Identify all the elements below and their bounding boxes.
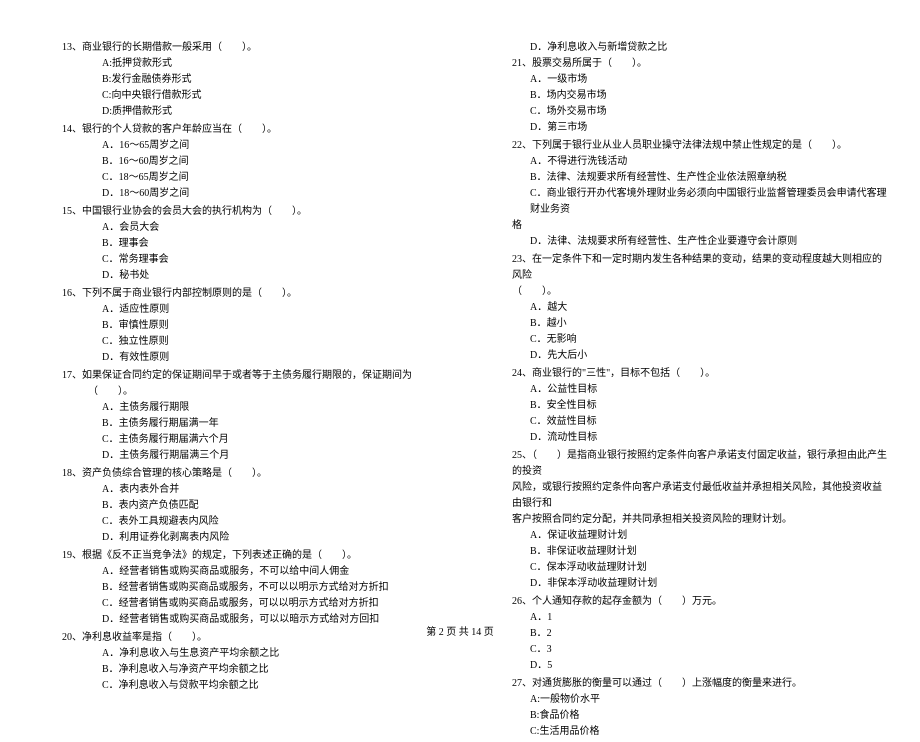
q24-option-a: A．公益性目标	[480, 382, 890, 398]
q25-option-b: B．非保证收益理财计划	[480, 544, 890, 560]
q23-option-c: C．无影响	[480, 332, 890, 348]
q24-stem: 24、商业银行的"三性"，目标不包括（ ）。	[480, 366, 890, 382]
q13-option-b: B:发行金融债券形式	[30, 72, 440, 88]
q25-stem: 25、（ ）是指商业银行按照约定条件向客户承诺支付固定收益，银行承担由此产生的投…	[480, 448, 890, 480]
q20-option-d: D．净利息收入与新增贷款之比	[480, 40, 890, 56]
q13-option-d: D:质押借款形式	[30, 104, 440, 120]
q17-option-d: D．主债务履行期届满三个月	[30, 448, 440, 464]
question-19: 19、根据《反不正当竞争法》的规定，下列表述正确的是（ ）。 A．经营者销售或购…	[30, 548, 440, 628]
q23-stem: 23、在一定条件下和一定时期内发生各种结果的变动，结果的变动程度越大则相应的风险	[480, 252, 890, 284]
q22-option-c-cont: 格	[480, 218, 890, 234]
q14-option-b: B．16～60周岁之间	[30, 154, 440, 170]
q18-option-d: D．利用证券化剥离表内风险	[30, 530, 440, 546]
q18-option-b: B．表内资产负债匹配	[30, 498, 440, 514]
q27-option-a: A:一般物价水平	[480, 692, 890, 708]
question-18: 18、资产负债综合管理的核心策略是（ ）。 A．表内表外合并 B．表内资产负债匹…	[30, 466, 440, 546]
q21-option-d: D．第三市场	[480, 120, 890, 136]
q27-option-b: B:食品价格	[480, 708, 890, 724]
question-27: 27、对通货膨胀的衡量可以通过（ ）上涨幅度的衡量来进行。 A:一般物价水平 B…	[480, 676, 890, 740]
q19-option-c: C．经营者销售或购买商品或服务，可以以明示方式给对方折扣	[30, 596, 440, 612]
q22-option-a: A．不得进行洗钱活动	[480, 154, 890, 170]
q27-option-c: C:生活用品价格	[480, 724, 890, 740]
q27-stem: 27、对通货膨胀的衡量可以通过（ ）上涨幅度的衡量来进行。	[480, 676, 890, 692]
q14-option-d: D．18～60周岁之间	[30, 186, 440, 202]
q16-option-a: A．适应性原则	[30, 302, 440, 318]
q21-option-a: A．一级市场	[480, 72, 890, 88]
q16-option-c: C．独立性原则	[30, 334, 440, 350]
question-20: 20、净利息收益率是指（ ）。 A．净利息收入与生息资产平均余额之比 B．净利息…	[30, 630, 440, 694]
q17-stem: 17、如果保证合同约定的保证期间早于或者等于主债务履行期限的，保证期间为（ ）。	[30, 368, 440, 400]
q15-option-d: D．秘书处	[30, 268, 440, 284]
question-13: 13、商业银行的长期借款一般采用（ ）。 A:抵押贷款形式 B:发行金融债券形式…	[30, 40, 440, 120]
q25-option-a: A．保证收益理财计划	[480, 528, 890, 544]
q20-option-c: C．净利息收入与贷款平均余额之比	[30, 678, 440, 694]
q20-option-b: B．净利息收入与净资产平均余额之比	[30, 662, 440, 678]
q17-option-a: A．主债务履行期限	[30, 400, 440, 416]
q18-option-a: A．表内表外合并	[30, 482, 440, 498]
q17-option-c: C．主债务履行期届满六个月	[30, 432, 440, 448]
q23-option-d: D．先大后小	[480, 348, 890, 364]
q14-stem: 14、银行的个人贷款的客户年龄应当在（ ）。	[30, 122, 440, 138]
q18-option-c: C．表外工具规避表内风险	[30, 514, 440, 530]
q25-stem-cont1: 风险，或银行按照约定条件向客户承诺支付最低收益并承担相关风险，其他投资收益由银行…	[480, 480, 890, 512]
question-24: 24、商业银行的"三性"，目标不包括（ ）。 A．公益性目标 B．安全性目标 C…	[480, 366, 890, 446]
q24-option-b: B．安全性目标	[480, 398, 890, 414]
q14-option-c: C．18～65周岁之间	[30, 170, 440, 186]
question-14: 14、银行的个人贷款的客户年龄应当在（ ）。 A．16～65周岁之间 B．16～…	[30, 122, 440, 202]
q21-option-b: B．场内交易市场	[480, 88, 890, 104]
q18-stem: 18、资产负债综合管理的核心策略是（ ）。	[30, 466, 440, 482]
q26-option-c: C．3	[480, 642, 890, 658]
q15-option-a: A．会员大会	[30, 220, 440, 236]
question-15: 15、中国银行业协会的会员大会的执行机构为（ ）。 A．会员大会 B．理事会 C…	[30, 204, 440, 284]
q22-option-b: B．法律、法规要求所有经营性、生产性企业依法照章纳税	[480, 170, 890, 186]
page-footer: 第 2 页 共 14 页	[0, 623, 920, 638]
q25-option-d: D．非保本浮动收益理财计划	[480, 576, 890, 592]
q17-option-b: B．主债务履行期届满一年	[30, 416, 440, 432]
q14-option-a: A．16～65周岁之间	[30, 138, 440, 154]
q21-option-c: C．场外交易市场	[480, 104, 890, 120]
q22-stem: 22、下列属于银行业从业人员职业操守法律法规中禁止性规定的是（ ）。	[480, 138, 890, 154]
q22-option-c: C．商业银行开办代客境外理财业务必须向中国银行业监督管理委员会申请代客理财业务资	[480, 186, 890, 218]
question-25: 25、（ ）是指商业银行按照约定条件向客户承诺支付固定收益，银行承担由此产生的投…	[480, 448, 890, 592]
q15-option-c: C．常务理事会	[30, 252, 440, 268]
question-23: 23、在一定条件下和一定时期内发生各种结果的变动，结果的变动程度越大则相应的风险…	[480, 252, 890, 364]
q23-option-a: A．越大	[480, 300, 890, 316]
q26-stem: 26、个人通知存款的起存金额为（ ）万元。	[480, 594, 890, 610]
q22-option-d: D．法律、法规要求所有经营性、生产性企业要遵守会计原则	[480, 234, 890, 250]
q24-option-c: C．效益性目标	[480, 414, 890, 430]
question-21: 21、股票交易所属于（ ）。 A．一级市场 B．场内交易市场 C．场外交易市场 …	[480, 56, 890, 136]
q15-stem: 15、中国银行业协会的会员大会的执行机构为（ ）。	[30, 204, 440, 220]
q21-stem: 21、股票交易所属于（ ）。	[480, 56, 890, 72]
q16-option-b: B．审慎性原则	[30, 318, 440, 334]
question-22: 22、下列属于银行业从业人员职业操守法律法规中禁止性规定的是（ ）。 A．不得进…	[480, 138, 890, 250]
q19-option-a: A．经营者销售或购买商品或服务，不可以给中间人佣金	[30, 564, 440, 580]
q13-option-c: C:向中央银行借款形式	[30, 88, 440, 104]
q13-stem: 13、商业银行的长期借款一般采用（ ）。	[30, 40, 440, 56]
q23-stem-cont: （ ）。	[480, 284, 890, 300]
q16-stem: 16、下列不属于商业银行内部控制原则的是（ ）。	[30, 286, 440, 302]
q25-stem-cont2: 客户按照合同约定分配，并共同承担相关投资风险的理财计划。	[480, 512, 890, 528]
q25-option-c: C．保本浮动收益理财计划	[480, 560, 890, 576]
q13-option-a: A:抵押贷款形式	[30, 56, 440, 72]
q20-option-a: A．净利息收入与生息资产平均余额之比	[30, 646, 440, 662]
q15-option-b: B．理事会	[30, 236, 440, 252]
q24-option-d: D．流动性目标	[480, 430, 890, 446]
question-16: 16、下列不属于商业银行内部控制原则的是（ ）。 A．适应性原则 B．审慎性原则…	[30, 286, 440, 366]
question-17: 17、如果保证合同约定的保证期间早于或者等于主债务履行期限的，保证期间为（ ）。…	[30, 368, 440, 464]
q23-option-b: B．越小	[480, 316, 890, 332]
q19-stem: 19、根据《反不正当竞争法》的规定，下列表述正确的是（ ）。	[30, 548, 440, 564]
q19-option-b: B．经营者销售或购买商品或服务，不可以以明示方式给对方折扣	[30, 580, 440, 596]
q26-option-d: D．5	[480, 658, 890, 674]
q16-option-d: D．有效性原则	[30, 350, 440, 366]
